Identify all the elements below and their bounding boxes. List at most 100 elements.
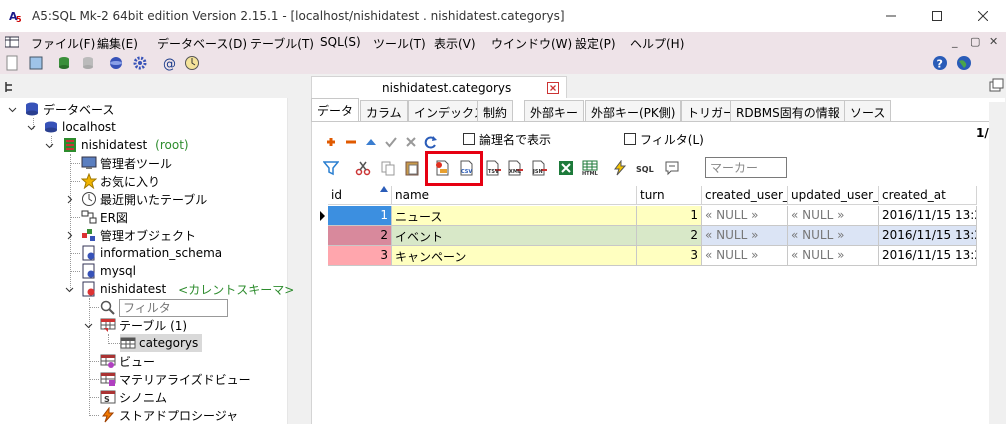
export-json-icon[interactable]: JSN (532, 160, 548, 176)
sql-icon[interactable]: SQL (636, 160, 658, 176)
table-cell[interactable]: ニュース (392, 206, 637, 226)
execute-lightning-icon[interactable] (612, 160, 628, 176)
tree-layout-icon[interactable] (4, 80, 18, 94)
tab-constraints[interactable]: 制約 (477, 100, 514, 121)
table-cell[interactable]: 3 (328, 246, 392, 266)
tree-item-information-schema[interactable]: information_schema (81, 244, 222, 262)
table-cell[interactable]: 2 (328, 226, 392, 246)
tree-item-synonyms[interactable]: S シノニム (100, 388, 167, 406)
table-cell[interactable]: « NULL » (788, 246, 879, 266)
column-header-name[interactable]: name (392, 186, 637, 205)
tree-item-views[interactable]: ビュー (100, 352, 155, 370)
expand-chevron-icon[interactable] (8, 105, 17, 114)
clock-icon[interactable] (184, 55, 200, 71)
database-icon[interactable] (108, 55, 124, 71)
expand-chevron-icon[interactable] (45, 141, 54, 150)
collapse-chevron-icon[interactable] (65, 195, 74, 204)
tree-item-tables[interactable]: テーブル (1) (100, 316, 187, 334)
connect-db-icon[interactable] (56, 55, 72, 71)
table-cell[interactable]: « NULL » (788, 206, 879, 226)
filter-checkbox[interactable] (624, 133, 636, 145)
column-header-created-user-id[interactable]: created_user_id (702, 186, 788, 205)
tab-data[interactable]: データ (311, 98, 360, 121)
tab-source[interactable]: ソース (844, 100, 892, 121)
gear-icon[interactable] (132, 55, 148, 71)
table-cell[interactable]: 2016/11/15 13:25:34 (879, 246, 977, 266)
table-cell[interactable]: 3 (637, 246, 702, 266)
marker-input[interactable] (705, 157, 787, 178)
panel-toggle-icon[interactable] (988, 78, 1004, 94)
refresh-icon[interactable] (423, 134, 439, 150)
expand-chevron-icon[interactable] (27, 123, 36, 132)
tree-filter-input[interactable] (119, 299, 228, 317)
tree-database-node[interactable]: nishidatest (root) (62, 136, 189, 154)
disconnect-db-icon[interactable] (80, 55, 96, 71)
table-cell[interactable]: « NULL » (702, 226, 788, 246)
help-icon[interactable]: ? (932, 55, 948, 71)
table-cell[interactable]: 1 (637, 206, 702, 226)
tab-rdbms-info[interactable]: RDBMS固有の情報 (730, 100, 846, 121)
menu-edit[interactable]: 編集(E) (97, 35, 138, 52)
tree-item-materialized-views[interactable]: マテリアライズドビュー (100, 370, 251, 388)
export-html-icon[interactable]: HTML (582, 160, 598, 176)
table-cell[interactable]: 1 (328, 206, 392, 226)
tree-server-node[interactable]: localhost (43, 118, 116, 136)
menu-database[interactable]: データベース(D) (157, 35, 247, 52)
table-cell[interactable]: キャンペーン (392, 246, 637, 266)
menu-settings[interactable]: 設定(P) (575, 35, 616, 52)
globe-icon[interactable] (956, 55, 972, 71)
tree-item-current-schema[interactable]: nishidatest <カレントスキーマ> (81, 280, 294, 298)
column-header-created-at[interactable]: created_at (879, 186, 977, 205)
minimize-button[interactable] (868, 0, 914, 32)
tree-item-procedures[interactable]: ストアドプロシージャ (100, 406, 238, 424)
export-xml-icon[interactable]: XML (508, 160, 524, 176)
cancel-x-icon[interactable] (403, 134, 419, 150)
mdi-minimize-button[interactable]: _ (952, 35, 958, 48)
column-header-turn[interactable]: turn (637, 186, 702, 205)
delete-row-icon[interactable] (343, 134, 359, 150)
filter-icon[interactable] (323, 160, 339, 176)
tree-item-er-diagram[interactable]: ER図 (81, 208, 128, 226)
copy-icon[interactable] (380, 160, 396, 176)
mdi-close-button[interactable]: ✕ (989, 35, 998, 48)
menu-sql[interactable]: SQL(S) (320, 35, 361, 49)
add-row-icon[interactable] (323, 134, 339, 150)
table-cell[interactable]: « NULL » (702, 206, 788, 226)
table-cell[interactable]: « NULL » (702, 246, 788, 266)
move-up-icon[interactable] (363, 134, 379, 150)
export-tsv-icon[interactable]: TSV (486, 160, 502, 176)
excel-icon[interactable] (558, 160, 574, 176)
tree-item-admin-tools[interactable]: 管理者ツール (81, 154, 172, 172)
menu-file[interactable]: ファイル(F) (31, 35, 95, 52)
menu-view[interactable]: 表示(V) (434, 35, 476, 52)
table-cell[interactable]: 2016/11/15 13:25:34 (879, 206, 977, 226)
tab-categorys[interactable]: nishidatest.categorys (311, 76, 567, 98)
tab-columns[interactable]: カラム (360, 100, 408, 121)
table-cell[interactable]: 2016/11/15 13:25:34 (879, 226, 977, 246)
tree-item-admin-objects[interactable]: 管理オブジェクト (81, 226, 196, 244)
commit-check-icon[interactable] (383, 134, 399, 150)
comment-icon[interactable] (664, 160, 680, 176)
new-file-icon[interactable] (4, 55, 20, 71)
grid-scrollbar[interactable] (989, 102, 1006, 424)
tree-item-recent-tables[interactable]: 最近開いたテーブル (81, 190, 207, 208)
table-cell[interactable]: イベント (392, 226, 637, 246)
paste-icon[interactable] (404, 160, 420, 176)
maximize-button[interactable] (914, 0, 960, 32)
tree-root-node[interactable]: データベース (24, 100, 114, 118)
menu-help[interactable]: ヘルプ(H) (630, 35, 684, 52)
import-file-icon[interactable] (434, 160, 450, 176)
open-icon[interactable] (28, 55, 44, 71)
tab-foreign-keys[interactable]: 外部キー (524, 100, 585, 121)
expand-chevron-icon[interactable] (84, 321, 93, 330)
column-header-updated-user-id[interactable]: updated_user_id (788, 186, 879, 205)
logical-name-checkbox[interactable] (463, 133, 475, 145)
mdi-restore-button[interactable]: ▢ (970, 35, 980, 48)
tree-scrollbar[interactable] (287, 98, 303, 424)
close-tab-icon[interactable] (547, 82, 559, 94)
column-header-id[interactable]: id (328, 186, 392, 205)
close-button[interactable] (960, 0, 1006, 32)
collapse-chevron-icon[interactable] (65, 231, 74, 240)
expand-chevron-icon[interactable] (65, 285, 74, 294)
import-csv-icon[interactable]: CSV (458, 160, 474, 176)
